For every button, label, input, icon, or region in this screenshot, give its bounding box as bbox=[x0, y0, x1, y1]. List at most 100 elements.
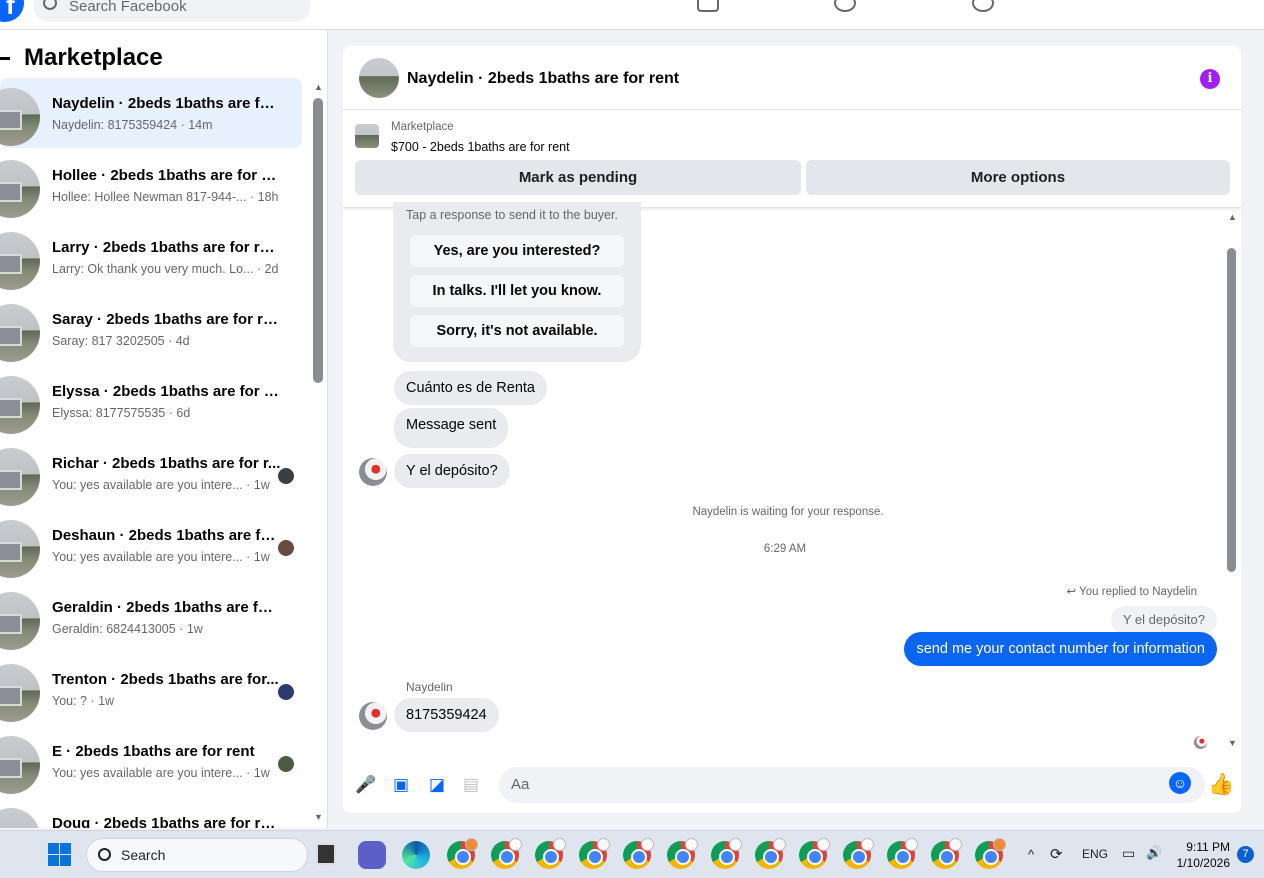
chat-header: Naydelin · 2beds 1baths are for rent i bbox=[343, 46, 1241, 110]
sticker-icon[interactable]: ◪ bbox=[427, 775, 447, 795]
sender-avatar[interactable] bbox=[359, 702, 387, 730]
gif-icon[interactable]: ▤ bbox=[461, 775, 481, 795]
conversation-item[interactable]: E · 2beds 1baths are for rent You: yes a… bbox=[0, 726, 310, 798]
thumbs-up-icon[interactable]: 👍 bbox=[1208, 773, 1234, 797]
chat-scrollbar[interactable] bbox=[1227, 248, 1236, 572]
scroll-up-icon[interactable]: ▲ bbox=[314, 82, 323, 92]
message-bubble: Message sent bbox=[394, 408, 509, 448]
profile-icon[interactable] bbox=[972, 0, 994, 12]
chat-title[interactable]: Naydelin · 2beds 1baths are for rent bbox=[407, 70, 679, 88]
seen-avatar bbox=[278, 684, 294, 700]
conversation-item[interactable]: Elyssa · 2beds 1baths are for rent Elyss… bbox=[0, 366, 310, 438]
seen-avatar bbox=[278, 756, 294, 772]
network-icon[interactable]: ▭ bbox=[1122, 845, 1135, 862]
chrome-profile-icon[interactable] bbox=[887, 838, 918, 869]
reply-label: You replied to Naydelin bbox=[1079, 586, 1197, 598]
chrome-profile-icon[interactable] bbox=[535, 838, 566, 869]
mark-as-pending-button[interactable]: Mark as pending bbox=[355, 160, 801, 195]
reply-indicator: ↩ You replied to Naydelin bbox=[1067, 584, 1197, 598]
photo-icon[interactable]: ▣ bbox=[391, 775, 411, 795]
conversation-title: Trenton · 2beds 1baths are for... bbox=[52, 671, 279, 688]
conversation-item[interactable]: Naydelin · 2beds 1baths are for ... Nayd… bbox=[0, 78, 302, 148]
chrome-profile-icon-active[interactable] bbox=[975, 838, 1006, 869]
search-placeholder: Search Facebook bbox=[69, 0, 187, 15]
listing-thumbnail bbox=[0, 448, 40, 506]
taskbar-search[interactable]: Search bbox=[86, 838, 308, 872]
listing-thumbnail bbox=[0, 664, 40, 722]
language-indicator[interactable]: ENG bbox=[1082, 847, 1108, 861]
message-timestamp: 6:29 AM bbox=[763, 543, 807, 555]
quick-reply-button[interactable]: Sorry, it's not available. bbox=[410, 315, 624, 347]
listing-price[interactable]: $700 - 2beds 1baths are for rent bbox=[391, 140, 570, 154]
taskbar-clock[interactable]: 9:11 PM 1/10/2026 bbox=[1172, 839, 1230, 871]
facebook-logo[interactable]: f bbox=[0, 0, 24, 22]
edge-icon[interactable] bbox=[402, 841, 430, 869]
back-arrow-icon[interactable] bbox=[0, 57, 10, 60]
conversation-title: Richar · 2beds 1baths are for r... bbox=[52, 455, 281, 472]
conversation-item[interactable]: Doug · 2beds 1baths are for rent bbox=[0, 798, 310, 828]
suggested-replies-hint: Tap a response to send it to the buyer. bbox=[406, 208, 618, 222]
more-options-button[interactable]: More options bbox=[806, 160, 1230, 195]
microphone-icon[interactable]: 🎤 bbox=[355, 775, 376, 795]
listing-thumbnail bbox=[0, 736, 40, 794]
search-facebook-input[interactable]: Search Facebook bbox=[33, 0, 311, 22]
chrome-profile-icon[interactable] bbox=[491, 838, 522, 869]
conversation-list: Naydelin · 2beds 1baths are for ... Nayd… bbox=[0, 78, 310, 828]
sender-avatar[interactable] bbox=[359, 458, 387, 486]
emoji-icon[interactable]: ☺ bbox=[1169, 772, 1191, 794]
scroll-up-icon[interactable]: ▲ bbox=[1228, 212, 1237, 222]
suggested-replies-card: Tap a response to send it to the buyer. … bbox=[393, 202, 641, 362]
quick-reply-button[interactable]: Yes, are you interested? bbox=[410, 235, 624, 267]
conversation-snippet: You: yes available are you intere... · 1… bbox=[52, 766, 270, 780]
seen-avatar bbox=[1194, 736, 1207, 749]
quick-reply-button[interactable]: In talks. I'll let you know. bbox=[410, 275, 624, 307]
conversation-title: Deshaun · 2beds 1baths are fo... bbox=[52, 527, 282, 544]
conversation-item[interactable]: Richar · 2beds 1baths are for r... You: … bbox=[0, 438, 310, 510]
listing-avatar[interactable] bbox=[359, 58, 399, 98]
home-icon[interactable] bbox=[697, 0, 719, 12]
notification-badge[interactable]: 7 bbox=[1237, 846, 1254, 863]
volume-icon[interactable]: 🔊 bbox=[1146, 845, 1162, 861]
chevron-up-icon[interactable]: ^ bbox=[1028, 847, 1034, 862]
conversation-item[interactable]: Deshaun · 2beds 1baths are fo... You: ye… bbox=[0, 510, 310, 582]
listing-thumbnail bbox=[0, 88, 40, 146]
conversation-title: Larry · 2beds 1baths are for rent bbox=[52, 239, 282, 256]
chrome-profile-icon[interactable] bbox=[623, 838, 654, 869]
conversation-snippet: Elyssa: 8177575535 · 6d bbox=[52, 406, 191, 420]
conversation-item[interactable]: Trenton · 2beds 1baths are for... You: ?… bbox=[0, 654, 310, 726]
sync-icon[interactable]: ⟳ bbox=[1050, 845, 1063, 863]
chrome-profile-icon[interactable] bbox=[667, 838, 698, 869]
page-title: Marketplace bbox=[24, 44, 163, 71]
friends-icon[interactable] bbox=[834, 0, 856, 12]
chrome-profile-icon[interactable] bbox=[799, 838, 830, 869]
teams-icon[interactable] bbox=[358, 841, 386, 869]
listing-thumbnail[interactable] bbox=[355, 124, 379, 148]
search-icon bbox=[43, 0, 57, 10]
scroll-down-icon[interactable]: ▼ bbox=[314, 812, 323, 822]
chrome-profile-icon[interactable] bbox=[447, 838, 478, 869]
chrome-profile-icon[interactable] bbox=[579, 838, 610, 869]
conversation-snippet: You: yes available are you intere... · 1… bbox=[52, 550, 270, 564]
listing-thumbnail bbox=[0, 304, 40, 362]
task-view-icon[interactable] bbox=[316, 843, 336, 865]
conversation-snippet: You: yes available are you intere... · 1… bbox=[52, 478, 270, 492]
chrome-profile-icon[interactable] bbox=[843, 838, 874, 869]
conversation-title: Saray · 2beds 1baths are for rent bbox=[52, 311, 282, 328]
conversation-snippet: Geraldin: 6824413005 · 1w bbox=[52, 622, 203, 636]
sidebar-scrollbar[interactable] bbox=[313, 98, 323, 383]
conversation-item[interactable]: Saray · 2beds 1baths are for rent Saray:… bbox=[0, 294, 310, 366]
chrome-profile-icon[interactable] bbox=[711, 838, 742, 869]
conversation-item[interactable]: Larry · 2beds 1baths are for rent Larry:… bbox=[0, 222, 310, 294]
conversation-item[interactable]: Geraldin · 2beds 1baths are for r... Ger… bbox=[0, 582, 310, 654]
conversation-item[interactable]: Hollee · 2beds 1baths are for rent Holle… bbox=[0, 150, 310, 222]
conversation-snippet: Larry: Ok thank you very much. Lo... · 2… bbox=[52, 262, 279, 276]
scroll-down-icon[interactable]: ▼ bbox=[1228, 738, 1237, 748]
chrome-profile-icon[interactable] bbox=[755, 838, 786, 869]
quoted-message[interactable]: Y el depósito? bbox=[1110, 606, 1217, 634]
info-icon[interactable]: i bbox=[1200, 69, 1220, 89]
message-input[interactable]: Aa bbox=[499, 767, 1205, 803]
windows-start-icon[interactable] bbox=[48, 843, 71, 866]
listing-thumbnail bbox=[0, 376, 40, 434]
chrome-profile-icon[interactable] bbox=[931, 838, 962, 869]
message-bubble: Cuánto es de Renta bbox=[394, 371, 547, 405]
